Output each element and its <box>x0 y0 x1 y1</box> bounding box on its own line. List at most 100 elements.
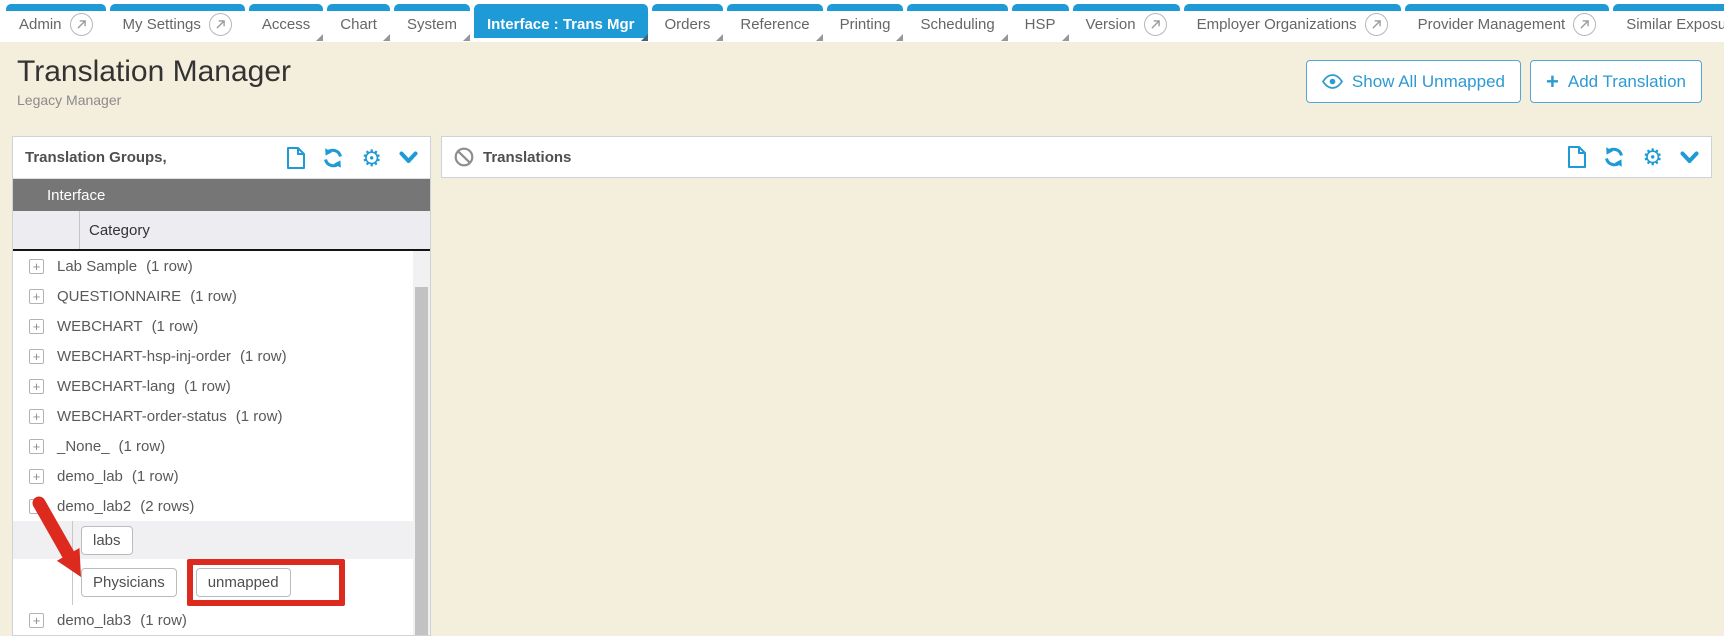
group-row-count: (1 row) <box>132 468 179 485</box>
external-link-icon[interactable] <box>1365 13 1388 36</box>
child-row[interactable]: labs <box>13 521 430 559</box>
value-chip-labs[interactable]: labs <box>81 526 133 555</box>
expander-minus-icon[interactable]: − <box>29 499 44 514</box>
child-row[interactable]: Physicians unmapped <box>13 559 430 605</box>
expander-plus-icon[interactable]: + <box>29 613 44 628</box>
group-label: Lab Sample <box>57 258 137 275</box>
refresh-icon[interactable] <box>322 147 344 169</box>
tree-row-webchart-order-status[interactable]: +WEBCHART-order-status(1 row) <box>13 401 430 431</box>
tab-access[interactable]: Access <box>249 4 323 38</box>
tab-top-bar <box>110 4 245 11</box>
tab-top-bar <box>652 4 724 11</box>
translations-header: Translations ⚙ <box>442 137 1711 177</box>
tab-label: My Settings <box>123 16 201 33</box>
new-document-icon[interactable] <box>287 147 305 169</box>
tab-my-settings[interactable]: My Settings <box>110 4 245 38</box>
tree-row-demo-lab2[interactable]: −demo_lab2(2 rows) <box>13 491 430 521</box>
expander-plus-icon[interactable]: + <box>29 379 44 394</box>
tab-top-bar <box>827 4 904 11</box>
tab-top-bar <box>474 4 648 11</box>
gear-icon[interactable]: ⚙ <box>361 148 382 168</box>
tab-reference[interactable]: Reference <box>727 4 822 38</box>
group-label: _None_ <box>57 438 110 455</box>
add-translation-button[interactable]: + Add Translation <box>1530 60 1702 103</box>
tab-orders[interactable]: Orders <box>652 4 724 38</box>
translations-toolbar: ⚙ <box>1568 146 1699 168</box>
tab-body: Interface : Trans Mgr <box>474 11 648 38</box>
new-document-icon[interactable] <box>1568 146 1586 168</box>
tab-label: Chart <box>340 16 377 33</box>
group-row-count: (1 row) <box>119 438 166 455</box>
tab-system[interactable]: System <box>394 4 470 38</box>
expander-plus-icon[interactable]: + <box>29 469 44 484</box>
external-link-icon[interactable] <box>1144 13 1167 36</box>
vertical-scrollbar[interactable] <box>413 251 430 635</box>
group-label: demo_lab <box>57 468 123 485</box>
tab-body: Provider Management <box>1405 11 1610 38</box>
translation-groups-panel: Translation Groups, ⚙ Interface Category… <box>12 136 431 636</box>
translation-groups-title: Translation Groups, <box>25 149 167 166</box>
expander-plus-icon[interactable]: + <box>29 319 44 334</box>
collapse-panel-icon[interactable] <box>1680 151 1699 164</box>
dropdown-corner-icon <box>1001 34 1008 41</box>
tab-body: System <box>394 11 470 38</box>
red-box-annotation: unmapped <box>187 559 345 606</box>
gear-icon[interactable]: ⚙ <box>1642 147 1663 167</box>
external-link-icon[interactable] <box>1573 13 1596 36</box>
tree-row-webchart-hsp-inj-order[interactable]: +WEBCHART-hsp-inj-order(1 row) <box>13 341 430 371</box>
group-row-count: (1 row) <box>152 318 199 335</box>
expander-plus-icon[interactable]: + <box>29 349 44 364</box>
tab-chart[interactable]: Chart <box>327 4 390 38</box>
tab-hsp[interactable]: HSP <box>1012 4 1069 38</box>
plus-icon: + <box>1546 71 1559 93</box>
tab-admin[interactable]: Admin <box>6 4 106 38</box>
header-buttons: Show All Unmapped + Add Translation <box>1306 60 1702 103</box>
tab-employer-organizations[interactable]: Employer Organizations <box>1184 4 1401 38</box>
tab-top-bar <box>1073 4 1180 11</box>
tree-row-questionnaire[interactable]: +QUESTIONNAIRE(1 row) <box>13 281 430 311</box>
translations-panel: Translations ⚙ <box>441 136 1712 178</box>
tab-version[interactable]: Version <box>1073 4 1180 38</box>
tree-row-demo-lab3[interactable]: +demo_lab3(1 row) <box>13 605 430 635</box>
group-label: demo_lab3 <box>57 612 131 629</box>
external-link-icon[interactable] <box>209 13 232 36</box>
tab-body: My Settings <box>110 11 245 38</box>
page-title: Translation Manager <box>17 55 291 90</box>
tab-label: Orders <box>665 16 711 33</box>
tab-top-bar <box>1184 4 1401 11</box>
expander-plus-icon[interactable]: + <box>29 289 44 304</box>
expander-plus-icon[interactable]: + <box>29 259 44 274</box>
tab-similar-exposure-groups-segs[interactable]: Similar Exposure Groups (SEGs) <box>1613 4 1724 38</box>
group-label: WEBCHART-lang <box>57 378 175 395</box>
collapse-panel-icon[interactable] <box>399 151 418 164</box>
category-header-row: Category <box>13 211 430 251</box>
tree-row-webchart-lang[interactable]: +WEBCHART-lang(1 row) <box>13 371 430 401</box>
tab-label: Employer Organizations <box>1197 16 1357 33</box>
tree-row-webchart[interactable]: +WEBCHART(1 row) <box>13 311 430 341</box>
tab-label: HSP <box>1025 16 1056 33</box>
tab-printing[interactable]: Printing <box>827 4 904 38</box>
scrollbar-thumb[interactable] <box>415 287 428 635</box>
expander-plus-icon[interactable]: + <box>29 439 44 454</box>
tree-row-lab-sample[interactable]: +Lab Sample(1 row) <box>13 251 430 281</box>
refresh-icon[interactable] <box>1603 146 1625 168</box>
category-column-divider <box>79 211 80 249</box>
tree-row-demo-lab[interactable]: + demo_lab (1 row) <box>13 461 430 491</box>
page-title-block: Translation Manager Legacy Manager <box>17 55 291 108</box>
value-chip-physicians[interactable]: Physicians <box>81 568 177 597</box>
tab-label: Provider Management <box>1418 16 1566 33</box>
tab-label: Interface : Trans Mgr <box>487 16 635 33</box>
external-link-icon[interactable] <box>70 13 93 36</box>
value-chip-unmapped[interactable]: unmapped <box>196 568 291 597</box>
tree-row-none[interactable]: + _None_ (1 row) <box>13 431 430 461</box>
expander-plus-icon[interactable]: + <box>29 409 44 424</box>
dropdown-corner-icon <box>716 34 723 41</box>
tab-body: Admin <box>6 11 106 38</box>
show-all-unmapped-button[interactable]: Show All Unmapped <box>1306 60 1521 103</box>
tab-label: Reference <box>740 16 809 33</box>
tree-guide-line <box>72 521 73 605</box>
tab-interface-trans-mgr[interactable]: Interface : Trans Mgr <box>474 4 648 38</box>
tab-label: System <box>407 16 457 33</box>
tab-provider-management[interactable]: Provider Management <box>1405 4 1610 38</box>
tab-scheduling[interactable]: Scheduling <box>907 4 1007 38</box>
